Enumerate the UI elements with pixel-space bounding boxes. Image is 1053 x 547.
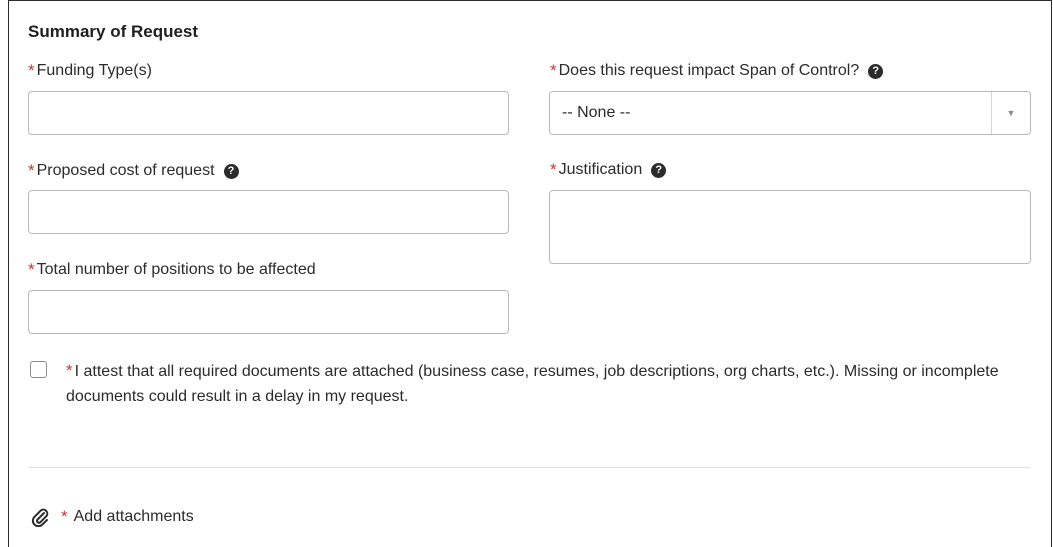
funding-type-input[interactable] bbox=[28, 91, 509, 135]
attestation-text-body: I attest that all required documents are… bbox=[66, 363, 999, 405]
positions-affected-label: * Total number of positions to be affect… bbox=[28, 260, 316, 280]
paperclip-icon bbox=[31, 508, 49, 527]
funding-type-label-text: Funding Type(s) bbox=[36, 62, 152, 79]
required-marker: * bbox=[61, 507, 68, 526]
divider bbox=[28, 467, 1030, 468]
add-attachments-label: Add attachments bbox=[73, 508, 194, 525]
positions-affected-label-text: Total number of positions to be affected bbox=[36, 261, 316, 278]
required-marker: * bbox=[28, 161, 35, 180]
justification-label-text: Justification bbox=[558, 161, 643, 178]
attestation-text: * I attest that all required documents ar… bbox=[66, 358, 1036, 409]
required-marker: * bbox=[28, 61, 35, 80]
funding-type-label: * Funding Type(s) bbox=[28, 61, 152, 81]
section-title: Summary of Request bbox=[28, 22, 199, 41]
justification-textarea[interactable] bbox=[549, 190, 1031, 264]
proposed-cost-label-text: Proposed cost of request bbox=[36, 162, 215, 179]
required-marker: * bbox=[28, 260, 35, 279]
help-icon[interactable]: ? bbox=[223, 163, 239, 179]
proposed-cost-input[interactable] bbox=[28, 190, 509, 234]
span-of-control-label: * Does this request impact Span of Contr… bbox=[550, 61, 884, 81]
help-icon[interactable]: ? bbox=[868, 63, 884, 79]
required-marker: * bbox=[66, 361, 73, 380]
chevron-down-icon[interactable]: ▼ bbox=[991, 92, 1030, 134]
add-attachments-button[interactable]: * Add attachments bbox=[31, 507, 194, 527]
span-of-control-label-text: Does this request impact Span of Control… bbox=[558, 62, 860, 79]
help-icon[interactable]: ? bbox=[651, 162, 667, 178]
required-marker: * bbox=[550, 160, 557, 179]
positions-affected-input[interactable] bbox=[28, 290, 509, 334]
span-of-control-value: -- None -- bbox=[562, 104, 631, 121]
span-of-control-select[interactable]: -- None -- ▼ bbox=[549, 91, 1031, 135]
required-marker: * bbox=[550, 61, 557, 80]
attestation-checkbox[interactable] bbox=[30, 361, 47, 378]
justification-label: * Justification ? bbox=[550, 160, 667, 180]
proposed-cost-label: * Proposed cost of request ? bbox=[28, 161, 239, 181]
